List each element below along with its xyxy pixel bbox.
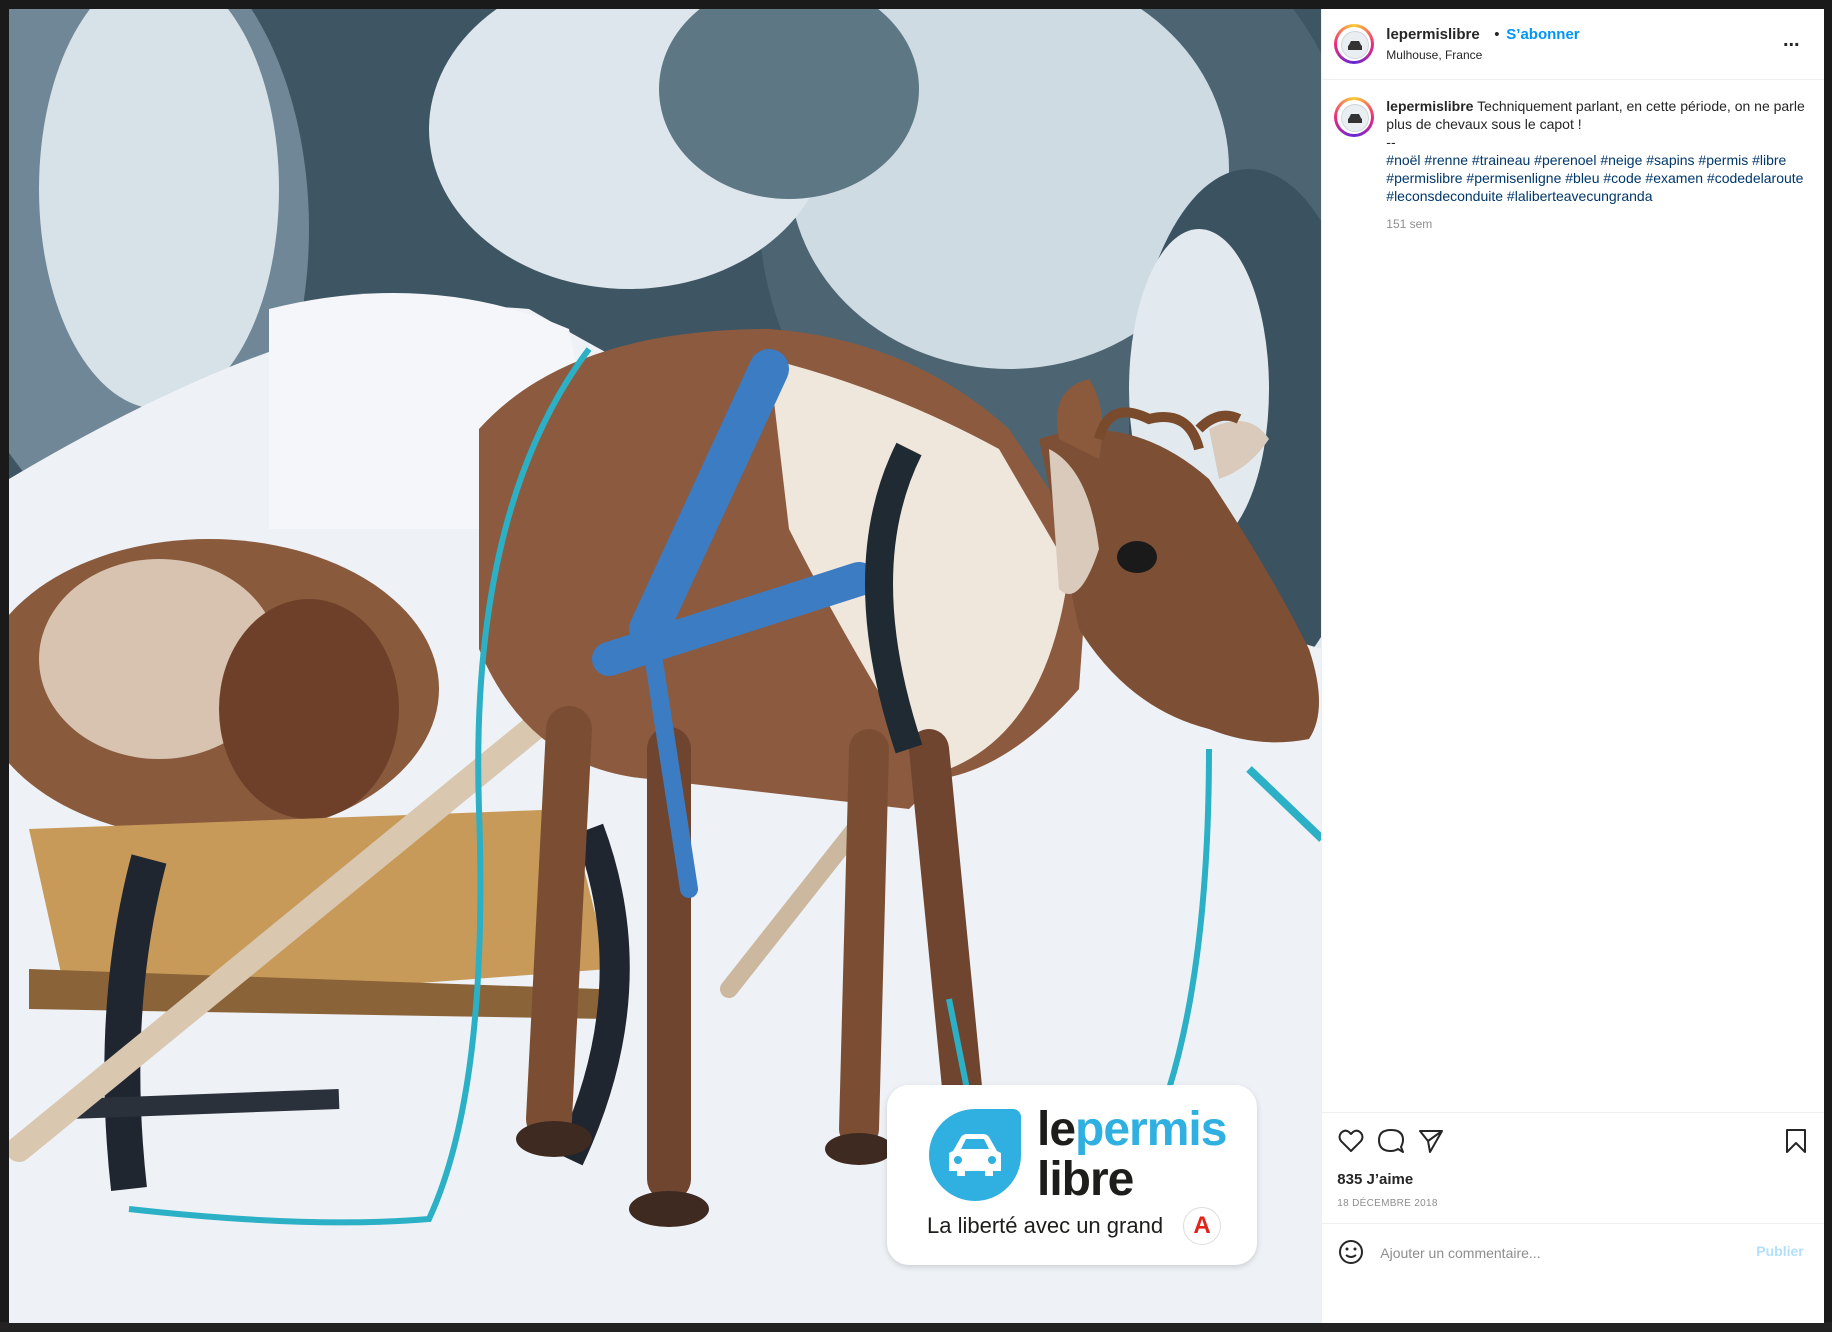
emoji-icon[interactable]: [1337, 1238, 1365, 1266]
publish-button[interactable]: Publier: [1756, 1243, 1803, 1259]
post-sidebar: lepermislibre • S’abonner Mulhouse, Fran…: [1321, 9, 1824, 1323]
heart-icon[interactable]: [1337, 1127, 1365, 1155]
avatar[interactable]: [1334, 24, 1375, 64]
brand-name: lepermis libre: [1037, 1103, 1227, 1206]
header-username[interactable]: lepermislibre: [1386, 26, 1479, 43]
comment-icon[interactable]: [1377, 1127, 1405, 1155]
more-icon[interactable]: ...: [1779, 30, 1803, 53]
post-header: lepermislibre • S’abonner Mulhouse, Fran…: [1322, 9, 1824, 80]
car-avatar-icon: [1348, 114, 1363, 123]
post-date: 18 DÉCEMBRE 2018: [1337, 1198, 1438, 1209]
header-separator: •: [1494, 26, 1500, 43]
location-link[interactable]: Mulhouse, France: [1386, 48, 1482, 62]
likes-count[interactable]: 835 J’aime: [1337, 1171, 1413, 1188]
backdrop: [0, 1322, 1832, 1332]
share-icon[interactable]: [1417, 1127, 1445, 1155]
actions-bar: 835 J’aime 18 DÉCEMBRE 2018 Publier: [1322, 1112, 1824, 1323]
caption-time: 151 sem: [1386, 217, 1433, 231]
brand-a-badge: A: [1183, 1207, 1221, 1245]
brand-name-le: le: [1037, 1103, 1076, 1156]
caption-hashtags[interactable]: #noël #renne #traineau #perenoel #neige …: [1386, 151, 1812, 205]
comments-area: lepermislibre Techniquement parlant, en …: [1322, 80, 1824, 1112]
caption-avatar[interactable]: [1334, 97, 1375, 137]
bookmark-icon[interactable]: [1782, 1127, 1810, 1155]
post-modal: lepermis libre La liberté avec un grand …: [9, 9, 1824, 1323]
add-comment-bar: Publier: [1322, 1223, 1824, 1280]
follow-button[interactable]: S’abonner: [1506, 26, 1579, 43]
caption-dashes: --: [1386, 134, 1396, 150]
car-logo-icon: [929, 1109, 1021, 1201]
caption-username[interactable]: lepermislibre: [1386, 98, 1473, 114]
brand-name-libre: libre: [1037, 1153, 1134, 1206]
brand-tagline: La liberté avec un grand: [927, 1213, 1164, 1238]
caption: lepermislibre Techniquement parlant, en …: [1386, 97, 1812, 205]
car-avatar-icon: [1348, 41, 1363, 50]
brand-name-permis: permis: [1075, 1103, 1227, 1156]
post-photo[interactable]: lepermis libre La liberté avec un grand …: [9, 9, 1322, 1323]
brand-logo-card: lepermis libre La liberté avec un grand …: [887, 1085, 1257, 1265]
comment-input[interactable]: [1378, 1240, 1703, 1266]
